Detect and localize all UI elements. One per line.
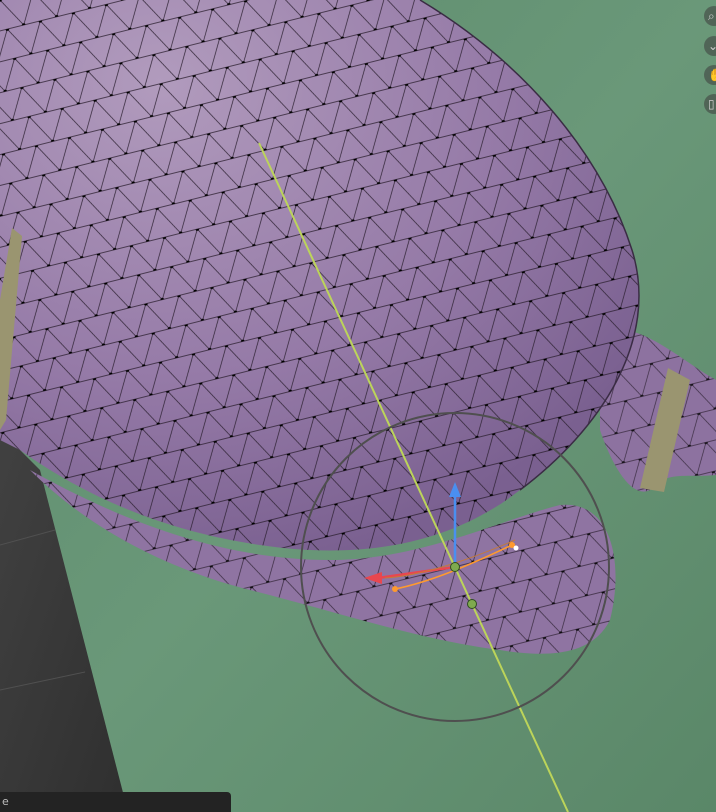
active-vertex[interactable] <box>513 545 519 551</box>
selection-line-point[interactable] <box>467 599 477 609</box>
gizmo-center[interactable] <box>450 562 460 572</box>
3d-viewport[interactable] <box>0 0 716 812</box>
status-bar-text: e <box>2 795 9 808</box>
handle-point-left[interactable] <box>392 586 398 592</box>
status-bar: e <box>0 792 231 812</box>
